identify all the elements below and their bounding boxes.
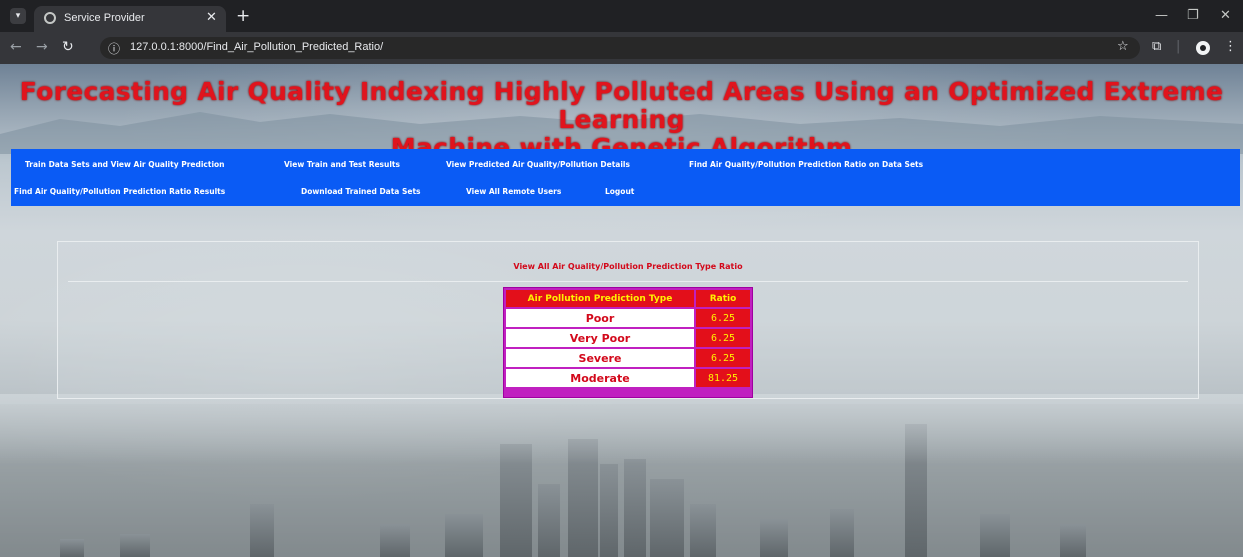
page-content: Forecasting Air Quality Indexing Highly … bbox=[0, 64, 1243, 557]
reload-icon[interactable]: ↻ bbox=[62, 39, 74, 55]
nav-view-remote-users[interactable]: View All Remote Users bbox=[466, 187, 561, 196]
prediction-type-cell: Moderate bbox=[506, 369, 694, 387]
close-tab-icon[interactable]: ✕ bbox=[206, 10, 217, 25]
nav-logout[interactable]: Logout bbox=[605, 187, 634, 196]
address-bar[interactable]: ⓘ 127.0.0.1:8000/Find_Air_Pollution_Pred… bbox=[100, 37, 1140, 59]
tab-search-icon[interactable]: ▾ bbox=[10, 8, 26, 24]
prediction-type-cell: Poor bbox=[506, 309, 694, 327]
column-header-ratio: Ratio bbox=[696, 290, 750, 307]
nav-find-prediction-ratio[interactable]: Find Air Quality/Pollution Prediction Ra… bbox=[689, 160, 923, 169]
site-title-line-1: Forecasting Air Quality Indexing Highly … bbox=[19, 77, 1224, 134]
url-text[interactable]: 127.0.0.1:8000/Find_Air_Pollution_Predic… bbox=[130, 41, 383, 53]
content-panel: View All Air Quality/Pollution Predictio… bbox=[57, 241, 1199, 399]
ratio-cell: 81.25 bbox=[696, 369, 750, 387]
close-window-icon[interactable]: ✕ bbox=[1220, 8, 1231, 23]
table-header-row: Air Pollution Prediction Type Ratio bbox=[506, 290, 750, 307]
extensions-icon[interactable]: ⧉ bbox=[1152, 39, 1161, 54]
ratio-cell: 6.25 bbox=[696, 329, 750, 347]
divider bbox=[68, 281, 1188, 282]
site-info-icon[interactable]: ⓘ bbox=[108, 40, 120, 57]
new-tab-icon[interactable]: + bbox=[236, 6, 250, 26]
nav-train-data-sets[interactable]: Train Data Sets and View Air Quality Pre… bbox=[25, 160, 225, 169]
ratio-cell: 6.25 bbox=[696, 309, 750, 327]
back-icon[interactable]: ← bbox=[10, 39, 22, 55]
column-header-type: Air Pollution Prediction Type bbox=[506, 290, 694, 307]
globe-icon bbox=[44, 12, 56, 24]
ratio-table: Air Pollution Prediction Type Ratio Poor… bbox=[503, 287, 753, 398]
prediction-type-cell: Severe bbox=[506, 349, 694, 367]
ratio-cell: 6.25 bbox=[696, 349, 750, 367]
tab-title: Service Provider bbox=[64, 12, 145, 24]
nav-view-train-test-results[interactable]: View Train and Test Results bbox=[284, 160, 400, 169]
table-row: Severe 6.25 bbox=[506, 349, 750, 367]
page-heading: View All Air Quality/Pollution Predictio… bbox=[513, 262, 743, 271]
more-menu-icon[interactable]: ⋮ bbox=[1224, 39, 1237, 54]
browser-tab[interactable]: Service Provider ✕ bbox=[34, 6, 226, 32]
table-row: Very Poor 6.25 bbox=[506, 329, 750, 347]
nav-view-predicted-details[interactable]: View Predicted Air Quality/Pollution Det… bbox=[446, 160, 630, 169]
bookmark-star-icon[interactable]: ☆ bbox=[1117, 39, 1129, 54]
main-nav: Train Data Sets and View Air Quality Pre… bbox=[11, 149, 1240, 206]
minimize-icon[interactable]: — bbox=[1155, 8, 1168, 23]
nav-download-trained-data[interactable]: Download Trained Data Sets bbox=[301, 187, 421, 196]
toolbar-divider: | bbox=[1176, 39, 1181, 54]
prediction-type-cell: Very Poor bbox=[506, 329, 694, 347]
table-row: Moderate 81.25 bbox=[506, 369, 750, 387]
profile-avatar[interactable] bbox=[1196, 41, 1210, 55]
table-row: Poor 6.25 bbox=[506, 309, 750, 327]
browser-toolbar: ← → ↻ ⓘ 127.0.0.1:8000/Find_Air_Pollutio… bbox=[0, 32, 1243, 64]
browser-chrome: ▾ Service Provider ✕ + — ❐ ✕ ← → ↻ ⓘ 127… bbox=[0, 0, 1243, 64]
forward-icon[interactable]: → bbox=[36, 39, 48, 55]
restore-icon[interactable]: ❐ bbox=[1187, 8, 1199, 23]
tab-bar: ▾ Service Provider ✕ + — ❐ ✕ bbox=[0, 0, 1243, 32]
nav-find-ratio-results[interactable]: Find Air Quality/Pollution Prediction Ra… bbox=[14, 187, 225, 196]
